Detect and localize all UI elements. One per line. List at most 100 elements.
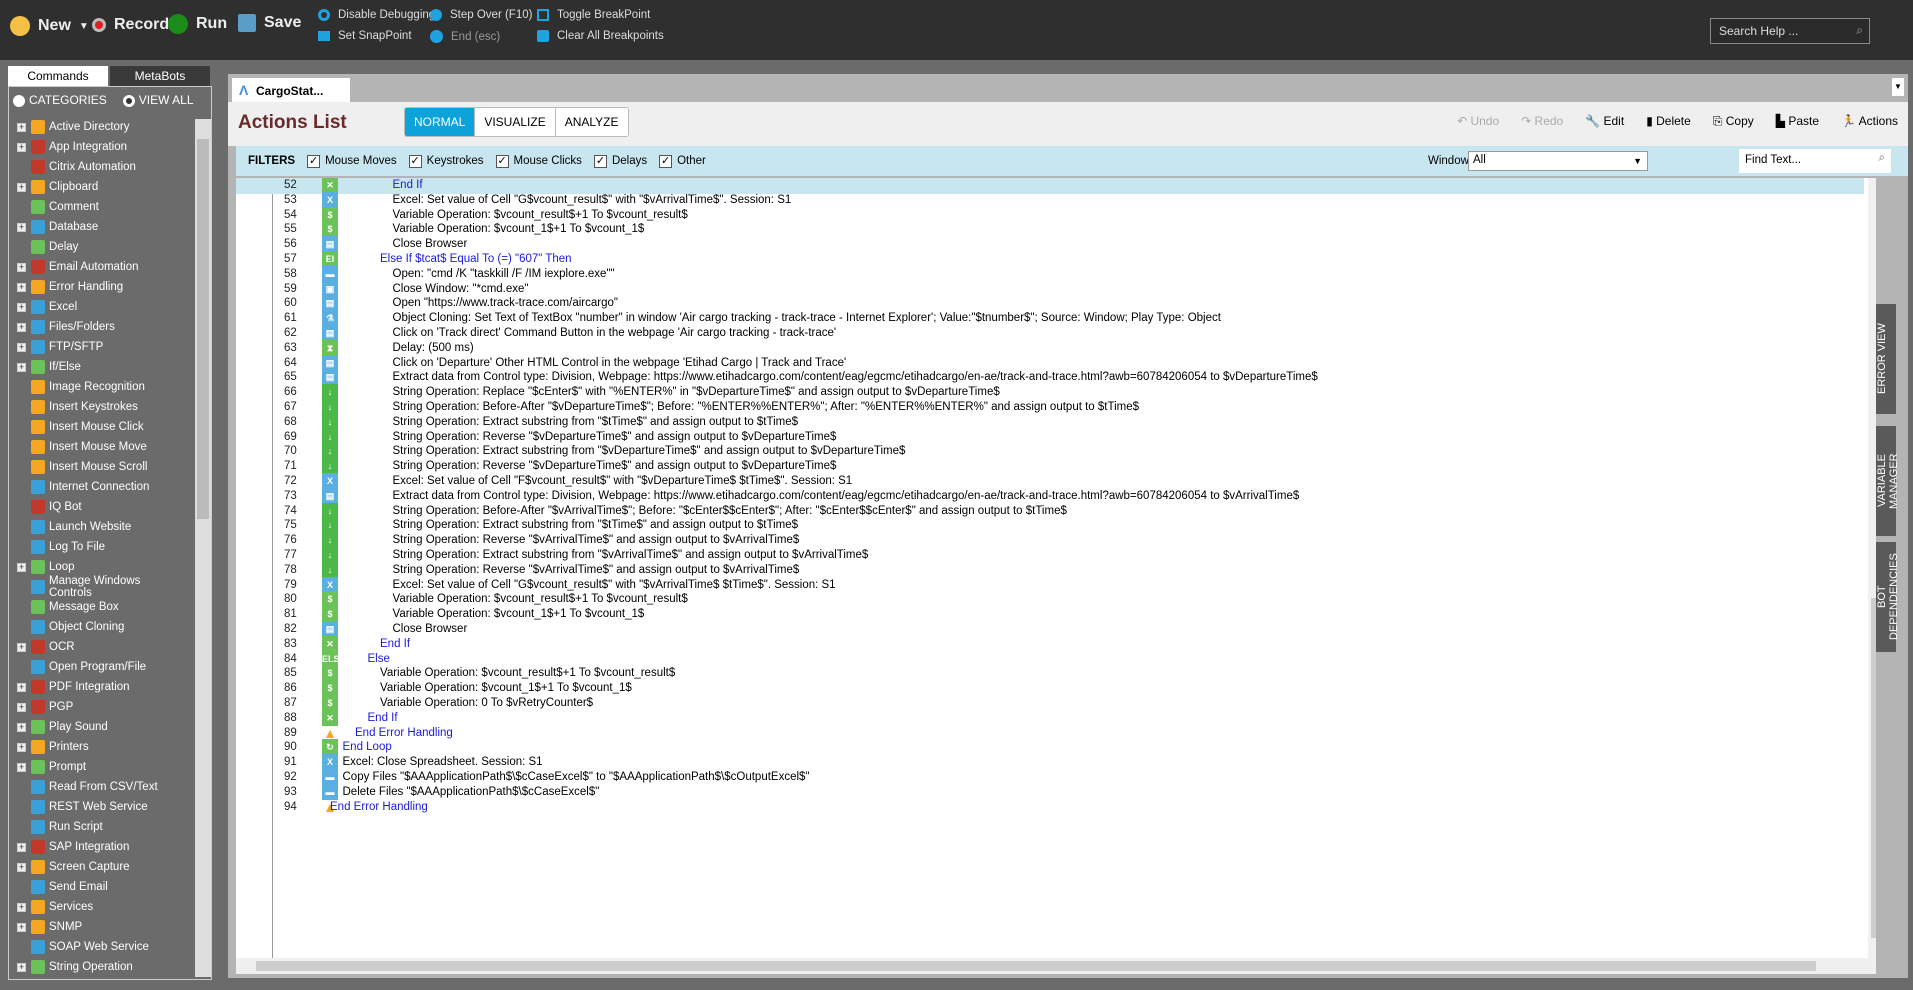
command-item[interactable]: + App Integration <box>13 137 185 157</box>
horizontal-scrollbar[interactable] <box>236 958 1876 974</box>
tab-bot-dependencies[interactable]: BOT DEPENDENCIES <box>1876 542 1900 652</box>
tab-metabots[interactable]: MetaBots <box>110 66 210 86</box>
document-tab[interactable]: Λ CargoStat... <box>232 78 350 102</box>
expand-icon[interactable]: + <box>17 742 26 752</box>
radio-view-all[interactable]: VIEW ALL <box>122 93 194 107</box>
actions-button[interactable]: 🏃 Actions <box>1841 114 1898 129</box>
command-item[interactable]: Message Box <box>13 597 185 617</box>
command-item[interactable]: Insert Mouse Click <box>13 417 185 437</box>
command-item[interactable]: Object Cloning <box>13 617 185 637</box>
command-item[interactable]: + PGP <box>13 697 185 717</box>
command-item[interactable]: Send Email <box>13 877 185 897</box>
windows-select[interactable]: All ▼ <box>1468 151 1648 171</box>
filter-other[interactable]: ✓ Other <box>647 154 706 168</box>
expand-icon[interactable]: + <box>17 642 26 652</box>
expand-icon[interactable]: + <box>17 282 26 292</box>
command-item[interactable]: + SNMP <box>13 917 185 937</box>
tab-analyze[interactable]: ANALYZE <box>554 108 628 136</box>
command-item[interactable]: + Error Handling <box>13 277 185 297</box>
filter-delays[interactable]: ✓ Delays <box>582 154 647 168</box>
command-item[interactable]: Image Recognition <box>13 377 185 397</box>
expand-icon[interactable]: + <box>17 302 26 312</box>
command-item[interactable]: Manage Windows Controls <box>13 575 185 599</box>
edit-button[interactable]: 🔧 Edit <box>1585 114 1624 129</box>
set-snappoint-button[interactable]: Set SnapPoint <box>318 30 412 42</box>
command-item[interactable]: SOAP Web Service <box>13 937 185 957</box>
expand-icon[interactable]: + <box>17 682 26 692</box>
expand-icon[interactable]: + <box>17 702 26 712</box>
command-item[interactable]: + Services <box>13 897 185 917</box>
tab-list-dropdown[interactable]: ▼ <box>1892 78 1904 96</box>
disable-debugging-button[interactable]: Disable Debugging <box>318 9 435 21</box>
scroll-thumb[interactable] <box>256 961 1816 971</box>
expand-icon[interactable]: + <box>17 222 26 232</box>
record-button[interactable]: Record <box>92 16 169 34</box>
command-item[interactable]: IQ Bot <box>13 497 185 517</box>
command-item[interactable]: + Screen Capture <box>13 857 185 877</box>
filter-mouse-clicks[interactable]: ✓ Mouse Clicks <box>484 154 582 168</box>
expand-icon[interactable]: + <box>17 922 26 932</box>
command-item[interactable]: + Printers <box>13 737 185 757</box>
command-item[interactable]: Comment <box>13 197 185 217</box>
expand-icon[interactable]: + <box>17 142 26 152</box>
command-item[interactable]: Citrix Automation <box>13 157 185 177</box>
copy-button[interactable]: ⎘ Copy <box>1713 114 1754 129</box>
tab-error-view[interactable]: ERROR VIEW <box>1876 304 1896 414</box>
expand-icon[interactable]: + <box>17 342 26 352</box>
command-item[interactable]: + OCR <box>13 637 185 657</box>
expand-icon[interactable]: + <box>17 862 26 872</box>
redo-button[interactable]: ↷ Redo <box>1521 114 1563 129</box>
command-item[interactable]: Launch Website <box>13 517 185 537</box>
vertical-scrollbar[interactable] <box>1868 178 1876 958</box>
expand-icon[interactable]: + <box>17 122 26 132</box>
run-button[interactable]: Run <box>168 14 227 34</box>
step-over-button[interactable]: Step Over (F10) <box>430 9 532 21</box>
expand-icon[interactable]: + <box>17 762 26 772</box>
command-item[interactable]: Insert Mouse Move <box>13 437 185 457</box>
radio-categories[interactable]: CATEGORIES <box>13 93 107 107</box>
clear-breakpoints-button[interactable]: Clear All Breakpoints <box>537 30 664 42</box>
command-item[interactable]: REST Web Service <box>13 797 185 817</box>
tab-visualize[interactable]: VISUALIZE <box>474 108 555 136</box>
command-item[interactable]: + PDF Integration <box>13 677 185 697</box>
search-help-input[interactable]: Search Help ... ⌕ <box>1710 18 1870 44</box>
command-item[interactable]: Delay <box>13 237 185 257</box>
find-text-input[interactable]: Find Text... ⌕ <box>1739 149 1891 173</box>
delete-button[interactable]: ▮ Delete <box>1646 114 1691 129</box>
command-item[interactable]: + Loop <box>13 557 185 577</box>
command-item[interactable]: + Play Sound <box>13 717 185 737</box>
new-button[interactable]: New ▼ <box>10 16 89 36</box>
expand-icon[interactable]: + <box>17 362 26 372</box>
command-item[interactable]: Log To File <box>13 537 185 557</box>
command-item[interactable]: + SAP Integration <box>13 837 185 857</box>
expand-icon[interactable]: + <box>17 842 26 852</box>
command-item[interactable]: Insert Mouse Scroll <box>13 457 185 477</box>
command-item[interactable]: + String Operation <box>13 957 185 977</box>
command-item[interactable]: + Email Automation <box>13 257 185 277</box>
save-button[interactable]: Save <box>238 14 301 32</box>
command-item[interactable]: + FTP/SFTP <box>13 337 185 357</box>
command-item[interactable]: + Excel <box>13 297 185 317</box>
tab-variable-manager[interactable]: VARIABLE MANAGER <box>1876 426 1900 536</box>
expand-icon[interactable]: + <box>17 322 26 332</box>
action-row[interactable]: 94 ▲ End Error Handling <box>236 798 1864 816</box>
expand-icon[interactable]: + <box>17 562 26 572</box>
filter-keystrokes[interactable]: ✓ Keystrokes <box>397 154 484 168</box>
commands-scrollbar[interactable] <box>195 119 211 977</box>
end-button[interactable]: End (esc) <box>430 30 500 43</box>
toggle-breakpoint-button[interactable]: Toggle BreakPoint <box>537 9 650 21</box>
command-item[interactable]: + Clipboard <box>13 177 185 197</box>
command-item[interactable]: + If/Else <box>13 357 185 377</box>
command-item[interactable]: Internet Connection <box>13 477 185 497</box>
scroll-thumb[interactable] <box>197 139 209 519</box>
expand-icon[interactable]: + <box>17 902 26 912</box>
expand-icon[interactable]: + <box>17 182 26 192</box>
expand-icon[interactable]: + <box>17 722 26 732</box>
command-item[interactable]: Read From CSV/Text <box>13 777 185 797</box>
command-item[interactable]: Insert Keystrokes <box>13 397 185 417</box>
command-item[interactable]: + Prompt <box>13 757 185 777</box>
command-item[interactable]: + Files/Folders <box>13 317 185 337</box>
command-item[interactable]: Run Script <box>13 817 185 837</box>
tab-normal[interactable]: NORMAL <box>405 108 475 136</box>
paste-button[interactable]: ▙ Paste <box>1776 114 1819 129</box>
